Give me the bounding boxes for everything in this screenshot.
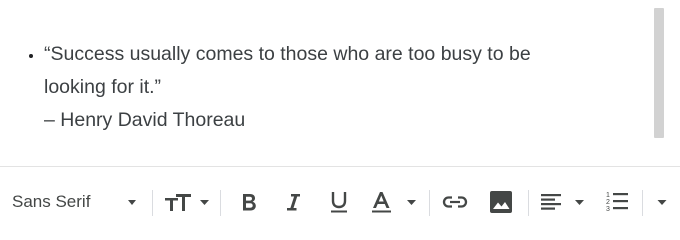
numbered-list-button[interactable]: 1 2 3 [600, 186, 634, 218]
bold-icon [243, 194, 256, 211]
toolbar-divider [642, 190, 643, 216]
svg-text:2: 2 [606, 199, 610, 206]
italic-button[interactable] [278, 186, 308, 218]
quote-line: looking for it.” [44, 76, 162, 98]
svg-text:1: 1 [606, 192, 610, 199]
font-family-dropdown[interactable]: Sans Serif [6, 186, 146, 218]
toolbar-divider [220, 190, 221, 216]
chevron-down-icon [128, 200, 136, 205]
chevron-down-icon [657, 200, 667, 205]
text-color-button[interactable] [368, 186, 420, 218]
message-body-editor[interactable]: “Success usually comes to those who are … [0, 0, 680, 165]
font-size-button[interactable] [160, 186, 212, 218]
toolbar-divider [152, 190, 153, 216]
align-left-icon [541, 194, 584, 210]
toolbar-divider [528, 190, 529, 216]
insert-link-button[interactable] [438, 186, 472, 218]
vertical-scrollbar[interactable] [650, 8, 668, 138]
quote-attribution: – Henry David Thoreau [44, 109, 246, 131]
align-dropdown-button[interactable] [536, 186, 590, 218]
text-size-icon [165, 194, 209, 211]
link-icon [442, 196, 468, 208]
italic-icon [287, 194, 300, 211]
list-item[interactable]: “Success usually comes to those who are … [44, 38, 664, 137]
insert-image-button[interactable] [484, 186, 518, 218]
text-color-icon [372, 192, 416, 213]
numbered-list-icon: 1 2 3 [606, 192, 628, 213]
more-formatting-button[interactable] [650, 186, 674, 218]
bold-button[interactable] [234, 186, 264, 218]
toolbar-divider [429, 190, 430, 216]
quote-line: “Success usually comes to those who are … [44, 43, 531, 65]
message-compose-editor: “Success usually comes to those who are … [0, 0, 680, 237]
formatting-toolbar: Sans Serif 1 2 3 [0, 166, 680, 237]
underline-button[interactable] [324, 186, 354, 218]
image-icon [490, 191, 512, 213]
scrollbar-thumb[interactable] [654, 8, 664, 138]
bulleted-list: “Success usually comes to those who are … [22, 38, 664, 137]
font-family-value: Sans Serif [12, 192, 91, 211]
svg-text:3: 3 [606, 206, 610, 213]
underline-icon [331, 192, 347, 213]
